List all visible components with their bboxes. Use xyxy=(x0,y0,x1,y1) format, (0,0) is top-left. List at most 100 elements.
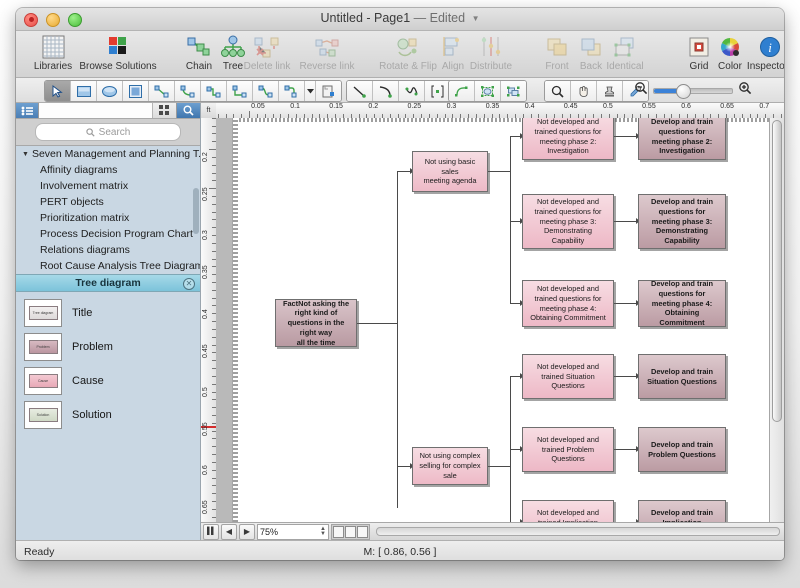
zoom-out-icon[interactable] xyxy=(634,81,648,100)
multi-select-tool[interactable] xyxy=(501,81,526,101)
library-item-prioritization-matrix[interactable]: Prioritization matrix xyxy=(16,210,200,226)
tree-diagram-section-header[interactable]: Tree diagram ✕ xyxy=(16,274,200,292)
ellipse-tool[interactable] xyxy=(97,81,123,101)
vertical-scrollbar-thumb[interactable] xyxy=(772,120,782,422)
curved-connector-tool[interactable] xyxy=(175,81,201,101)
toolbar-label-browse-solutions: Browse Solutions xyxy=(79,61,157,72)
multi-page-view-button[interactable] xyxy=(357,525,368,538)
prev-page-icon[interactable]: ◀ xyxy=(221,523,237,540)
diagram-node-branch-2[interactable]: Not using complex selling for complex sa… xyxy=(412,447,488,485)
right-angle-connector-tool[interactable] xyxy=(227,81,253,101)
toolbar-item-browse-solutions[interactable]: Browse Solutions xyxy=(72,34,164,72)
rectangle-tool[interactable] xyxy=(71,81,97,101)
zoom-stepper[interactable]: ▲ ▼ xyxy=(320,526,326,537)
toolbar-item-reverse-link[interactable]: Reverse link xyxy=(288,34,366,72)
stamp-tool[interactable] xyxy=(597,81,623,101)
diagram-node-solution-4[interactable]: Develop and train Situation Questions xyxy=(638,354,726,399)
connector-cause5-solution5 xyxy=(614,449,638,450)
library-item-relations-diagrams[interactable]: Relations diagrams xyxy=(16,242,200,258)
rounded-connector-tool[interactable] xyxy=(279,81,305,101)
diagram-node-cause-2[interactable]: Not developed and trained questions for … xyxy=(522,194,614,249)
library-path-field[interactable] xyxy=(39,103,153,118)
zoom-bar-track[interactable] xyxy=(376,527,780,536)
shape-item-title[interactable]: Tree diagram Title xyxy=(16,296,200,330)
canvas-vertical-scrollbar[interactable] xyxy=(769,118,784,526)
grid-view-icon[interactable] xyxy=(153,103,177,118)
select-region-tool[interactable] xyxy=(475,81,501,101)
zoom-tool[interactable] xyxy=(545,81,571,101)
arc-tool[interactable] xyxy=(373,81,399,101)
shape-thumbnail: Tree diagram xyxy=(24,299,62,327)
toolbar-label-inspectors: Inspectors xyxy=(746,61,784,72)
vertical-ruler[interactable]: 0.20.250.30.350.40.450.50.550.60.650.7 xyxy=(201,118,217,540)
hand-tool[interactable] xyxy=(571,81,597,101)
shape-thumbnail: Problem xyxy=(24,333,62,361)
zoom-slider[interactable] xyxy=(653,83,733,99)
horizontal-ruler[interactable]: 0.05 0.1 0.15 0.2 0.25 0.3 0.35 0.4 0.45 0.5 0.55 0… xyxy=(216,103,784,119)
diagram-node-solution-5[interactable]: Develop and train Problem Questions xyxy=(638,427,726,472)
library-list-scrollbar[interactable] xyxy=(193,188,199,234)
shape-item-cause[interactable]: Cause Cause xyxy=(16,364,200,398)
diagram-node-solution-1[interactable]: Develop and train questions for meeting … xyxy=(638,118,726,160)
smart-connector-tool[interactable] xyxy=(316,81,341,101)
diagram-node-cause-5[interactable]: Not developed and trained Problem Questi… xyxy=(522,427,614,472)
ruler-units-label: ft xyxy=(206,107,211,114)
library-item-pert-objects[interactable]: PERT objects xyxy=(16,194,200,210)
diagram-node-solution-2[interactable]: Develop and train questions for meeting … xyxy=(638,194,726,249)
toolbar-item-distribute[interactable]: Distribute xyxy=(456,34,526,72)
table-tool[interactable] xyxy=(123,81,149,101)
chevron-down-icon[interactable]: ▼ xyxy=(472,14,480,23)
app-root: Untitled - Page1 — Edited ▼ Libraries Br… xyxy=(0,0,800,588)
diagram-node-cause-3[interactable]: Not developed and trained questions for … xyxy=(522,280,614,327)
diagram-node-solution-3[interactable]: Develop and train questions for meeting … xyxy=(638,279,726,327)
straight-connector-tool[interactable] xyxy=(149,81,175,101)
ruler-units-button[interactable]: ft xyxy=(201,103,217,119)
pause-icon[interactable]: ▌▌ xyxy=(203,523,219,540)
connector-cause3-solution3 xyxy=(614,303,638,304)
single-page-view-button[interactable] xyxy=(333,525,344,538)
ruler-tick xyxy=(209,149,216,150)
svg-text:i: i xyxy=(768,40,772,55)
zoom-in-icon[interactable] xyxy=(738,81,752,100)
ruler-tick-label: 0.6 xyxy=(681,103,691,110)
line-tool[interactable] xyxy=(347,81,373,101)
drawing-tools-group xyxy=(44,80,342,102)
next-page-icon[interactable]: ▶ xyxy=(239,523,255,540)
diagram-node-branch-1[interactable]: Not using basic sales meeting agenda xyxy=(412,151,488,192)
canvas-viewport[interactable]: FactNot asking the right kind of questio… xyxy=(216,118,770,526)
connector-options-dropdown[interactable] xyxy=(305,81,316,101)
chevron-down-icon[interactable]: ▼ xyxy=(22,151,29,158)
document-page[interactable]: FactNot asking the right kind of questio… xyxy=(233,118,770,526)
zoom-level-field[interactable]: 75% ▲ ▼ xyxy=(257,523,329,540)
tree-connector-tool[interactable] xyxy=(201,81,227,101)
toolbar-label-distribute: Distribute xyxy=(469,61,513,72)
shape-item-solution[interactable]: Solution Solution xyxy=(16,398,200,432)
two-page-view-button[interactable] xyxy=(345,525,356,538)
diagram-node-root[interactable]: FactNot asking the right kind of questio… xyxy=(275,299,357,347)
library-group-header[interactable]: ▼ Seven Management and Planning T... xyxy=(16,146,200,162)
ruler-tick-label: 0.45 xyxy=(202,343,209,358)
library-item-involvement-matrix[interactable]: Involvement matrix xyxy=(16,178,200,194)
ruler-tick-label: 0.65 xyxy=(202,500,209,514)
reverse-link-icon xyxy=(288,34,366,60)
toolbar-item-identical[interactable]: Identical xyxy=(592,34,658,72)
curve-tool[interactable] xyxy=(399,81,425,101)
close-icon[interactable]: ✕ xyxy=(183,278,195,290)
pointer-tool[interactable] xyxy=(45,81,71,101)
toolbar-item-inspectors[interactable]: i Inspectors xyxy=(740,34,784,72)
search-icon[interactable] xyxy=(177,103,200,118)
zoom-slider-handle[interactable] xyxy=(676,83,691,99)
search-input[interactable]: Search xyxy=(35,123,181,141)
library-item-process-decision-program-chart[interactable]: Process Decision Program Chart xyxy=(16,226,200,242)
rotate-handles-tool[interactable] xyxy=(449,81,475,101)
shape-item-problem[interactable]: Problem Problem xyxy=(16,330,200,364)
bezier-connector-tool[interactable] xyxy=(253,81,279,101)
connector-cause4-solution4 xyxy=(614,376,638,377)
connector-branch2-trunk xyxy=(488,466,510,467)
ruler-tick-label: 0.25 xyxy=(407,103,422,110)
library-item-root-cause-analysis-tree-diagram[interactable]: Root Cause Analysis Tree Diagram xyxy=(16,258,200,274)
diagram-node-cause-1[interactable]: Not developed and trained questions for … xyxy=(522,118,614,160)
diagram-node-cause-4[interactable]: Not developed and trained Situation Ques… xyxy=(522,354,614,399)
library-item-affinity-diagrams[interactable]: Affinity diagrams xyxy=(16,162,200,178)
library-list-icon[interactable] xyxy=(16,103,39,118)
